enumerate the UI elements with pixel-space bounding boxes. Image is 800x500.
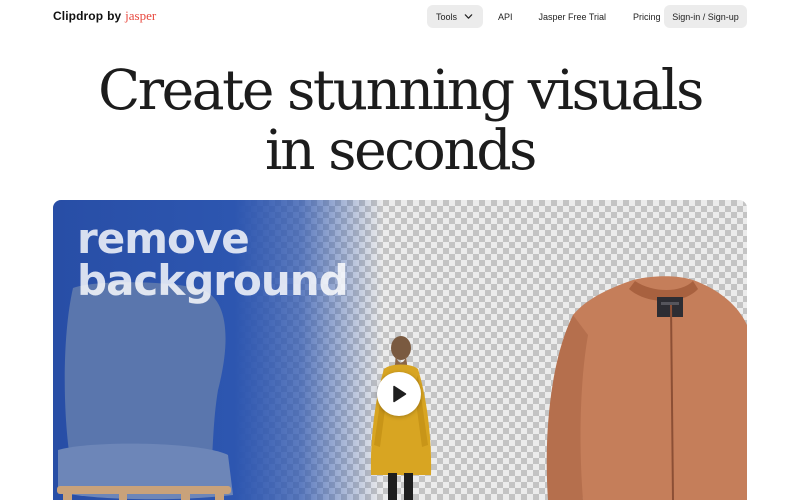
chair-image (57, 282, 233, 500)
tools-label: Tools (435, 11, 457, 22)
main-nav: Tools API Jasper Free Trial Pricing (427, 5, 661, 28)
person-in-yellow-coat-image (370, 336, 432, 500)
hero-title-line-2: in seconds (264, 118, 537, 182)
nav-link-jasper-free-trial[interactable]: Jasper Free Trial (539, 5, 607, 28)
clipdrop-logo[interactable]: Clipdrop by jasper (53, 8, 156, 24)
overlay-line-1: remove (77, 214, 250, 263)
hero-title: Create stunning visuals in seconds (0, 60, 800, 180)
logo-clipdrop-text: Clipdrop (53, 9, 104, 23)
overlay-line-2: background (77, 256, 349, 305)
top-navigation-bar: Clipdrop by jasper Tools API Jasper Free… (0, 0, 800, 33)
logo-by-text: by (107, 9, 122, 23)
sign-in-button[interactable]: Sign-in / Sign-up (664, 5, 747, 28)
play-icon (393, 385, 407, 403)
play-video-button[interactable] (377, 372, 421, 416)
remove-background-overlay-text: remove background (77, 214, 349, 305)
hero-title-line-1: Create stunning visuals (98, 58, 704, 122)
demo-video[interactable]: remove background (53, 200, 747, 500)
jacket-image (546, 276, 747, 500)
tools-dropdown-button[interactable]: Tools (427, 5, 483, 28)
nav-link-api[interactable]: API (498, 5, 513, 28)
nav-link-pricing[interactable]: Pricing (633, 5, 661, 28)
chevron-down-icon (464, 14, 473, 19)
logo-jasper-text: jasper (125, 8, 157, 23)
